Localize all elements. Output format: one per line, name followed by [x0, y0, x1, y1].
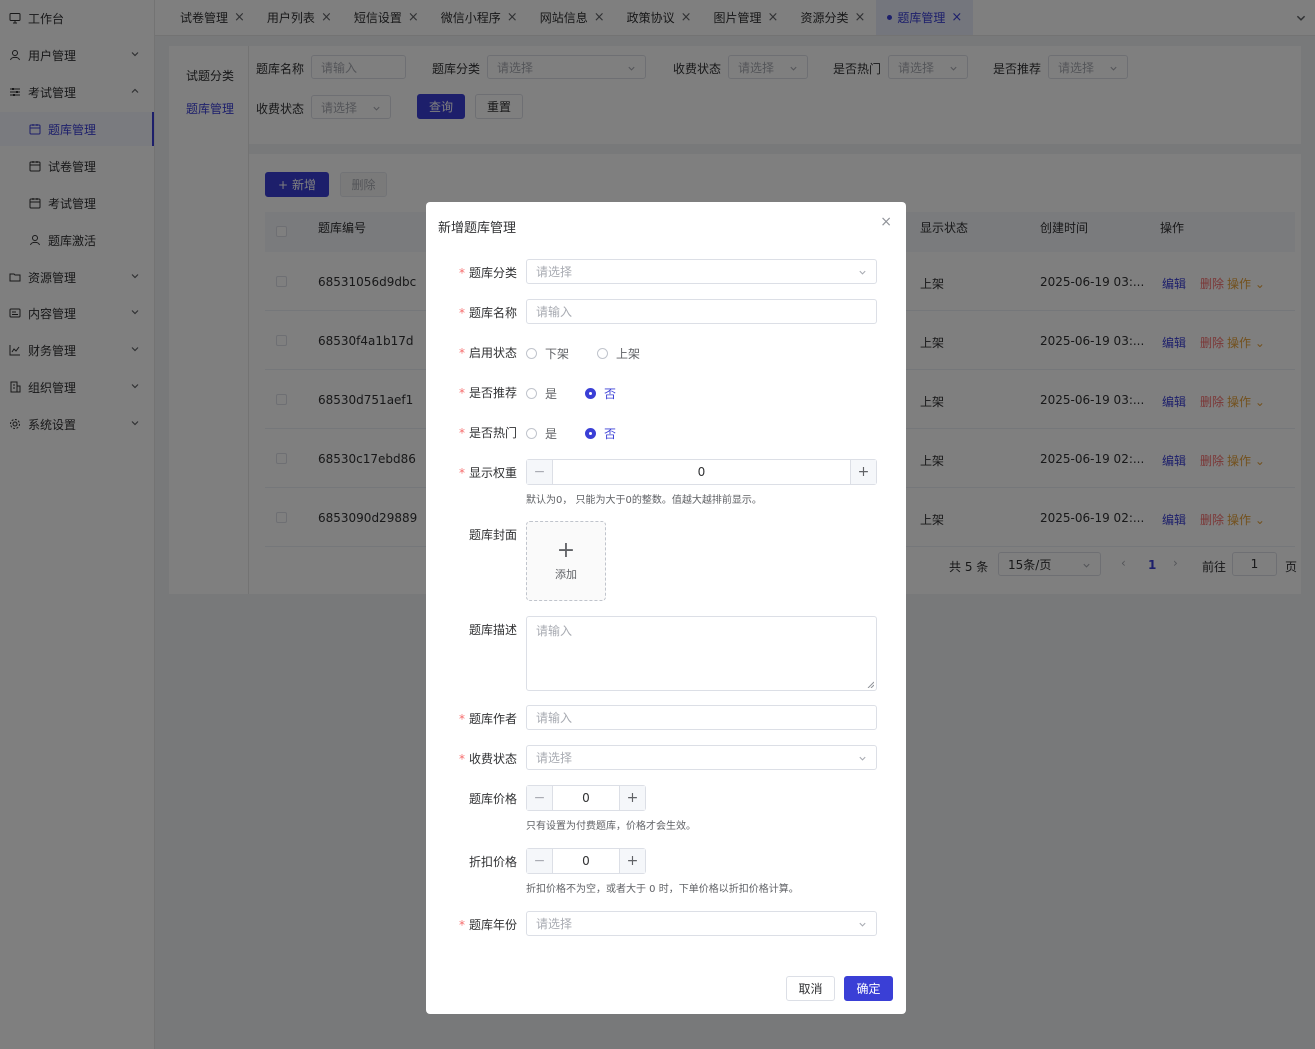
desc-textarea[interactable]: 请输入 [526, 616, 877, 691]
field-label-hot: * 是否热门 [426, 424, 517, 441]
discount-value[interactable]: 0 [553, 849, 619, 873]
radio-no[interactable] [585, 388, 597, 399]
radio-off-shelf[interactable] [526, 348, 537, 359]
author-input[interactable]: 请输入 [526, 705, 877, 730]
radio-label[interactable]: 否 [604, 425, 616, 442]
required-mark: * [458, 386, 465, 400]
radio-label[interactable]: 是 [545, 425, 557, 442]
field-label-status: * 启用状态 [426, 344, 517, 361]
field-label-discount: 折扣价格 [426, 853, 517, 870]
hot-radio-group: 是 否 [526, 425, 644, 442]
year-select[interactable]: 请选择 [526, 911, 877, 936]
required-mark: * [458, 752, 465, 766]
decrement-button[interactable]: − [527, 849, 553, 873]
upload-label: 添加 [555, 568, 577, 581]
field-label-desc: 题库描述 [426, 621, 517, 638]
radio-no[interactable] [585, 428, 597, 439]
field-label-author: * 题库作者 [426, 710, 517, 727]
increment-button[interactable]: + [619, 849, 645, 873]
increment-button[interactable]: + [850, 460, 876, 484]
price-value[interactable]: 0 [553, 786, 619, 810]
label-text: 收费状态 [468, 752, 517, 766]
required-mark: * [458, 712, 465, 726]
name-input[interactable]: 请输入 [526, 299, 877, 324]
chevron-down-icon [859, 756, 866, 761]
placeholder: 请输入 [536, 711, 573, 725]
field-label-price: 题库价格 [426, 790, 517, 807]
weight-hint: 默认为0， 只能为大于0的整数。值越大越排前显示。 [526, 495, 762, 506]
confirm-button[interactable]: 确定 [844, 976, 893, 1001]
close-icon[interactable]: × [880, 214, 892, 230]
status-radio-group: 下架 上架 [526, 345, 668, 362]
cancel-button[interactable]: 取消 [786, 976, 835, 1001]
label-text: 折扣价格 [468, 855, 517, 869]
field-label-recommend: * 是否推荐 [426, 384, 517, 401]
placeholder: 请选择 [536, 917, 573, 931]
weight-stepper: − 0 + [526, 459, 877, 485]
field-label-cover: 题库封面 [426, 526, 517, 543]
cover-upload[interactable]: + 添加 [526, 521, 606, 601]
label-text: 题库描述 [468, 623, 517, 637]
recommend-radio-group: 是 否 [526, 385, 644, 402]
fee-select[interactable]: 请选择 [526, 745, 877, 770]
radio-label[interactable]: 下架 [545, 345, 569, 362]
label-text: 题库年份 [468, 918, 517, 932]
label-text: 题库封面 [468, 528, 517, 542]
weight-value[interactable]: 0 [553, 460, 850, 484]
label-text: 是否热门 [468, 426, 517, 440]
required-mark: * [458, 426, 465, 440]
placeholder: 请输入 [536, 305, 573, 319]
required-mark: * [458, 918, 465, 932]
placeholder: 请选择 [536, 265, 573, 279]
dialog-title: 新增题库管理 [438, 221, 517, 236]
field-label-name: * 题库名称 [426, 304, 517, 321]
chevron-down-icon [859, 922, 866, 927]
required-mark: * [458, 266, 465, 280]
radio-label[interactable]: 否 [604, 385, 616, 402]
field-label-fee: * 收费状态 [426, 750, 517, 767]
field-label-year: * 题库年份 [426, 916, 517, 933]
decrement-button[interactable]: − [527, 460, 553, 484]
label-text: 是否推荐 [468, 386, 517, 400]
required-mark: * [458, 466, 465, 480]
required-mark: * [458, 346, 465, 360]
radio-label[interactable]: 是 [545, 385, 557, 402]
field-label-category: * 题库分类 [426, 264, 517, 281]
label-text: 显示权重 [468, 466, 517, 480]
increment-button[interactable]: + [619, 786, 645, 810]
placeholder: 请选择 [536, 751, 573, 765]
discount-hint: 折扣价格不为空，或者大于 0 时，下单价格以折扣价格计算。 [526, 884, 799, 895]
label-text: 题库分类 [468, 266, 517, 280]
label-text: 题库价格 [468, 792, 517, 806]
category-select[interactable]: 请选择 [526, 259, 877, 284]
label-text: 题库作者 [468, 712, 517, 726]
discount-stepper: − 0 + [526, 848, 646, 874]
field-label-weight: * 显示权重 [426, 464, 517, 481]
decrement-button[interactable]: − [527, 786, 553, 810]
chevron-down-icon [859, 270, 866, 275]
price-stepper: − 0 + [526, 785, 646, 811]
placeholder: 请输入 [536, 624, 573, 638]
radio-label[interactable]: 上架 [616, 345, 640, 362]
label-text: 启用状态 [468, 346, 517, 360]
price-hint: 只有设置为付费题库，价格才会生效。 [526, 821, 696, 832]
radio-yes[interactable] [526, 428, 537, 439]
plus-icon: + [556, 538, 576, 563]
add-question-bank-dialog: 新增题库管理 × * 题库分类 请选择 * 题库名称 请输入 * 启用状态 下架 上架… [426, 202, 906, 1014]
radio-on-shelf[interactable] [597, 348, 609, 359]
radio-yes[interactable] [526, 388, 537, 399]
resize-handle-icon[interactable] [867, 681, 874, 688]
required-mark: * [458, 306, 465, 320]
label-text: 题库名称 [468, 306, 517, 320]
